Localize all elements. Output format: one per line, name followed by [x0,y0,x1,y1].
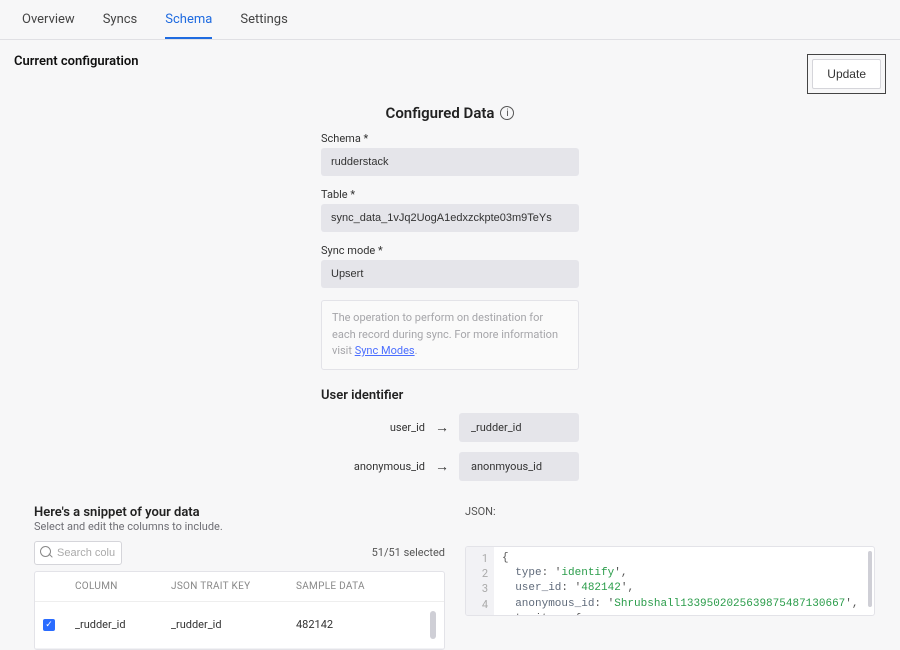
snippet-row: Here's a snippet of your data Select and… [0,491,900,650]
col-column: COLUMN [75,581,171,592]
json-panel: 12345 { type: 'identify', user_id: '4821… [465,546,875,616]
map-target-user-id[interactable]: _rudder_id [459,413,579,442]
schema-label: Schema * [321,132,579,145]
tab-syncs[interactable]: Syncs [103,12,138,39]
map-target-anonymous-id[interactable]: anonmyous_id [459,452,579,481]
table-field[interactable] [321,204,579,232]
update-button[interactable]: Update [812,59,881,89]
configured-data-section: Configured Data i Schema * Table * Sync … [0,104,900,491]
schema-field[interactable] [321,148,579,176]
row-json-key: _rudder_id [171,618,296,631]
user-identifier-title: User identifier [321,388,579,403]
map-source-anonymous-id: anonymous_id [354,460,425,473]
table-row[interactable]: ✓ _rudder_id _rudder_id 482142 [35,602,444,649]
table-scrollbar[interactable] [430,611,436,639]
row-checkbox[interactable]: ✓ [43,619,55,631]
json-gutter: 12345 [466,547,494,616]
arrow-icon: → [435,458,449,475]
tab-schema[interactable]: Schema [165,12,212,39]
sync-mode-field[interactable] [321,260,579,288]
mapping-row-user-id: user_id → _rudder_id [321,413,579,442]
selected-count: 51/51 selected [372,546,445,559]
col-json-trait: JSON TRAIT KEY [171,581,296,592]
columns-table: COLUMN JSON TRAIT KEY SAMPLE DATA ✓ _rud… [34,571,445,650]
tab-overview[interactable]: Overview [22,12,75,39]
configured-data-title: Configured Data [386,104,495,122]
row-column-name: _rudder_id [75,618,171,631]
table-label: Table * [321,188,579,201]
snippet-subtitle: Select and edit the columns to include. [34,520,445,533]
row-sample: 482142 [296,618,416,631]
json-label: JSON: [465,505,875,518]
header-row: Current configuration Update [0,40,900,104]
mapping-row-anonymous-id: anonymous_id → anonmyous_id [321,452,579,481]
json-body: { type: 'identify', user_id: '482142', a… [494,547,866,616]
snippet-title: Here's a snippet of your data [34,505,445,520]
tab-settings[interactable]: Settings [240,12,287,39]
sync-mode-label: Sync mode * [321,244,579,257]
json-scrollbar[interactable] [868,551,872,608]
col-sample: SAMPLE DATA [296,581,416,592]
arrow-icon: → [435,419,449,436]
update-button-frame: Update [807,54,886,94]
sync-modes-link[interactable]: Sync Modes [355,344,415,357]
map-source-user-id: user_id [390,421,425,434]
info-icon[interactable]: i [500,106,514,120]
nav-tabs: Overview Syncs Schema Settings [0,0,900,40]
search-icon [40,546,51,557]
sync-mode-help: The operation to perform on destination … [321,300,579,370]
page-title: Current configuration [14,54,138,69]
